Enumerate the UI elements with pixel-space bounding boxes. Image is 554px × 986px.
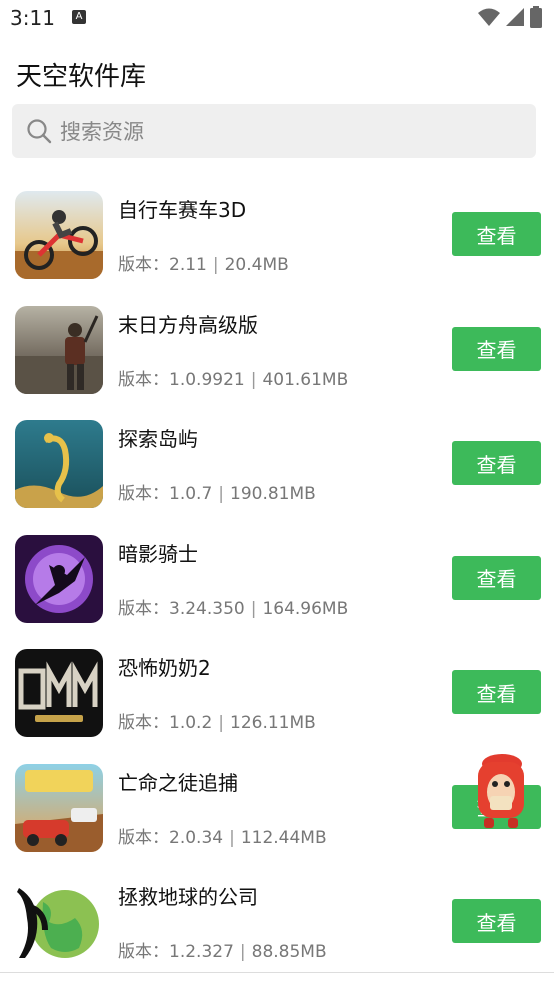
app-name: 暗影骑士: [118, 541, 198, 566]
wifi-icon: [478, 8, 500, 26]
signal-icon: [506, 8, 524, 26]
app-version: 1.0.9921: [169, 369, 245, 390]
red-packet-mascot-icon[interactable]: [470, 752, 532, 830]
status-bar: 3:11 A: [0, 0, 554, 38]
app-version: 1.2.327: [169, 942, 234, 962]
app-meta: 版本：1.2.327 | 88.85MB: [118, 937, 327, 962]
app-size: 88.85MB: [251, 942, 327, 962]
battery-icon: [530, 6, 542, 28]
app-version: 2.11: [169, 255, 207, 275]
view-button[interactable]: 查看: [452, 899, 541, 943]
separator: |: [212, 255, 219, 275]
status-time: 3:11: [10, 6, 55, 30]
version-label: 版本：: [118, 598, 169, 619]
view-button[interactable]: 查看: [452, 326, 541, 371]
list-item[interactable]: 恐怖奶奶2 版本：1.0.2 | 126.11MB 查看: [0, 630, 554, 745]
app-size: 112.44MB: [240, 827, 327, 848]
app-size: 126.11MB: [230, 713, 316, 733]
app-meta: 版本：2.11 | 20.4MB: [118, 250, 289, 275]
view-button[interactable]: 查看: [452, 441, 541, 485]
app-meta: 版本：1.0.9921 | 401.61MB: [118, 365, 348, 390]
list-item[interactable]: 拯救地球的公司 版本：1.2.327 | 88.85MB 查看: [0, 859, 554, 974]
app-name: 拯救地球的公司: [118, 885, 258, 909]
view-button[interactable]: 查看: [452, 212, 541, 256]
version-label: 版本：: [118, 484, 169, 504]
page-title: 天空软件库: [16, 62, 147, 92]
separator: |: [218, 484, 224, 504]
version-label: 版本：: [118, 942, 169, 962]
app-name: 恐怖奶奶2: [118, 656, 211, 680]
version-label: 版本：: [118, 713, 169, 733]
app-icon-explore-island: [15, 420, 103, 508]
app-meta: 版本：1.0.2 | 126.11MB: [118, 708, 316, 733]
app-meta: 版本：1.0.7 | 190.81MB: [118, 479, 316, 504]
separator: |: [229, 827, 235, 848]
app-meta: 版本：2.0.34 | 112.44MB: [118, 823, 327, 848]
app-name: 自行车赛车3D: [118, 198, 247, 222]
app-name: 探索岛屿: [118, 427, 198, 451]
list-item[interactable]: 探索岛屿 版本：1.0.7 | 190.81MB 查看: [0, 401, 554, 516]
bottom-divider: [0, 972, 554, 973]
app-icon-bike-racing: [15, 191, 103, 279]
app-size: 190.81MB: [230, 484, 316, 504]
search-icon: [26, 118, 52, 144]
separator: |: [239, 942, 246, 962]
app-icon-doomsday-ark: [15, 305, 103, 394]
app-version: 1.0.7: [169, 484, 213, 504]
app-size: 164.96MB: [262, 598, 349, 619]
view-button[interactable]: 查看: [452, 555, 541, 600]
app-icon-outlaw-chase: [15, 763, 103, 852]
separator: |: [218, 713, 224, 733]
search-bar[interactable]: 搜索资源: [12, 104, 536, 158]
app-icon-granny: [15, 649, 103, 737]
list-item[interactable]: 自行车赛车3D 版本：2.11 | 20.4MB 查看: [0, 172, 554, 287]
app-list: 自行车赛车3D 版本：2.11 | 20.4MB 查看 末日方舟高级版 版本：1.0…: [0, 172, 554, 974]
list-item[interactable]: 暗影骑士 版本：3.24.350 | 164.96MB 查看: [0, 516, 554, 631]
notification-icon: A: [72, 10, 86, 24]
version-label: 版本：: [118, 369, 169, 390]
app-version: 3.24.350: [169, 598, 245, 619]
version-label: 版本：: [118, 255, 169, 275]
app-meta: 版本：3.24.350 | 164.96MB: [118, 594, 348, 619]
search-placeholder: 搜索资源: [60, 120, 144, 144]
app-icon-earth-company: [15, 878, 103, 966]
version-label: 版本：: [118, 827, 169, 848]
app-version: 1.0.2: [169, 713, 213, 733]
app-size: 20.4MB: [224, 255, 289, 275]
app-name: 亡命之徒追捕: [118, 770, 238, 795]
separator: |: [250, 369, 257, 390]
app-icon-shadow-knight: [15, 534, 103, 623]
view-button[interactable]: 查看: [452, 670, 541, 714]
list-item[interactable]: 末日方舟高级版 版本：1.0.9921 | 401.61MB 查看: [0, 287, 554, 402]
separator: |: [250, 598, 257, 619]
app-version: 2.0.34: [169, 827, 224, 848]
app-name: 末日方舟高级版: [118, 312, 258, 337]
app-size: 401.61MB: [262, 369, 349, 390]
